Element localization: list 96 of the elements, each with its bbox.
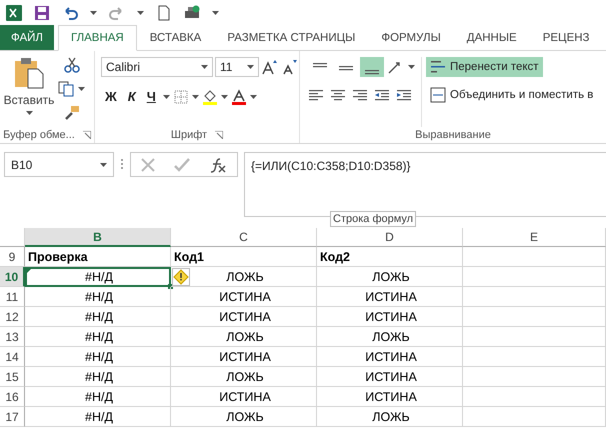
caret-icon[interactable]	[137, 10, 144, 14]
row-header[interactable]: 9	[0, 247, 25, 267]
fill-color-icon[interactable]	[202, 88, 218, 104]
underline-button[interactable]: Ч	[142, 87, 160, 106]
align-center-icon[interactable]	[330, 87, 346, 103]
row-header[interactable]: 13	[0, 327, 25, 347]
caret-icon[interactable]	[26, 111, 32, 115]
file-tab[interactable]: ФАЙЛ	[0, 25, 54, 50]
increase-indent-icon[interactable]	[396, 87, 412, 103]
table-cell: ИСТИНА	[317, 387, 463, 407]
name-box[interactable]: B10	[4, 152, 114, 177]
dialog-launcher-icon[interactable]	[82, 131, 91, 139]
table-cell: #Н/Д	[25, 367, 171, 387]
table-cell: #Н/Д	[25, 327, 171, 347]
column-header[interactable]: D	[317, 228, 463, 247]
table-cell: Код1	[171, 247, 317, 267]
tooltip: Строка формул	[330, 211, 416, 227]
grow-font-icon[interactable]	[261, 59, 279, 75]
table-cell: #Н/Д	[25, 287, 171, 307]
column-header[interactable]: C	[171, 228, 317, 247]
table-cell: ИСТИНА	[317, 307, 463, 327]
dialog-launcher-icon[interactable]	[215, 131, 224, 139]
copy-icon[interactable]	[58, 81, 74, 97]
group-title: Шрифт	[170, 129, 208, 141]
function-icon[interactable]	[208, 156, 228, 172]
scissors-icon[interactable]	[64, 57, 80, 73]
table-cell: ИСТИНА	[171, 347, 317, 367]
error-marker-icon	[27, 269, 31, 273]
table-cell: ИСТИНА	[171, 287, 317, 307]
row-header[interactable]: 16	[0, 387, 25, 407]
format-painter-icon[interactable]	[64, 105, 80, 121]
table-cell: #Н/Д	[25, 307, 171, 327]
clipboard-icon[interactable]	[14, 57, 44, 89]
ribbon-tab[interactable]: ГЛАВНАЯ	[58, 25, 137, 51]
wrap-text-button[interactable]: Перенести текст	[426, 57, 543, 77]
caret-icon[interactable]	[201, 65, 208, 69]
table-cell: ЛОЖЬ	[317, 327, 463, 347]
row-header[interactable]: 17	[0, 407, 25, 427]
row-header[interactable]: 14	[0, 347, 25, 367]
table-cell: ИСТИНА	[171, 307, 317, 327]
align-right-icon[interactable]	[352, 87, 368, 103]
table-cell: ЛОЖЬ	[317, 407, 463, 427]
table-cell: Код2	[317, 247, 463, 267]
font-size-field[interactable]: 11	[215, 57, 259, 77]
italic-button[interactable]: К	[124, 87, 140, 106]
group-title: Буфер обме...	[3, 129, 75, 141]
merge-icon	[430, 87, 446, 103]
font-name-field[interactable]: Calibri	[101, 57, 213, 77]
font-color-icon[interactable]	[230, 88, 247, 104]
table-cell: ЛОЖЬ	[171, 407, 317, 427]
row-header[interactable]: 15	[0, 367, 25, 387]
paste-button[interactable]: Вставить	[4, 93, 54, 107]
fill-handle-icon[interactable]	[168, 284, 173, 289]
row-header[interactable]: 12	[0, 307, 25, 327]
caret-icon[interactable]	[162, 94, 170, 98]
printer-icon[interactable]	[184, 4, 200, 20]
table-cell: ИСТИНА	[317, 367, 463, 387]
caret-icon[interactable]	[247, 65, 254, 69]
borders-icon[interactable]	[172, 88, 189, 104]
table-cell: #Н/Д	[25, 407, 171, 427]
table-cell: ЛОЖЬ	[317, 267, 463, 287]
save-icon[interactable]	[34, 4, 50, 20]
shrink-font-icon[interactable]	[281, 59, 299, 75]
caret-icon[interactable]	[90, 10, 97, 14]
decrease-indent-icon[interactable]	[374, 87, 390, 103]
table-cell: ИСТИНА	[317, 287, 463, 307]
wrap-text-icon	[430, 59, 446, 75]
table-cell: ИСТИНА	[171, 387, 317, 407]
table-cell: #Н/Д	[25, 387, 171, 407]
warning-icon[interactable]	[172, 268, 190, 286]
merge-button[interactable]: Объединить и поместить в	[426, 85, 598, 105]
check-icon[interactable]	[174, 156, 190, 172]
row-header[interactable]: 10	[0, 267, 25, 287]
caret-icon[interactable]	[212, 10, 219, 14]
vertical-align-icon[interactable]	[360, 57, 384, 77]
group-title: Выравнивание	[415, 129, 491, 141]
caret-icon[interactable]	[220, 94, 228, 98]
bold-button[interactable]: Ж	[101, 87, 121, 106]
table-cell: ЛОЖЬ	[171, 327, 317, 347]
column-header[interactable]: B	[25, 228, 171, 247]
row-header[interactable]: 11	[0, 287, 25, 307]
table-cell: #Н/Д	[25, 347, 171, 367]
caret-icon[interactable]	[78, 87, 85, 91]
spreadsheet-app-icon	[6, 4, 22, 20]
column-header[interactable]: E	[463, 228, 606, 247]
table-cell: ЛОЖЬ	[171, 367, 317, 387]
table-cell: ИСТИНА	[317, 347, 463, 367]
caret-icon[interactable]	[100, 162, 107, 166]
table-cell: Проверка	[25, 247, 171, 267]
new-document-icon[interactable]	[156, 4, 172, 20]
table-cell: ЛОЖЬ	[171, 267, 317, 287]
caret-icon[interactable]	[408, 65, 415, 69]
caret-icon[interactable]	[192, 94, 199, 98]
caret-icon[interactable]	[250, 94, 257, 98]
align-left-icon[interactable]	[308, 87, 324, 103]
table-cell: #Н/Д	[25, 267, 171, 287]
